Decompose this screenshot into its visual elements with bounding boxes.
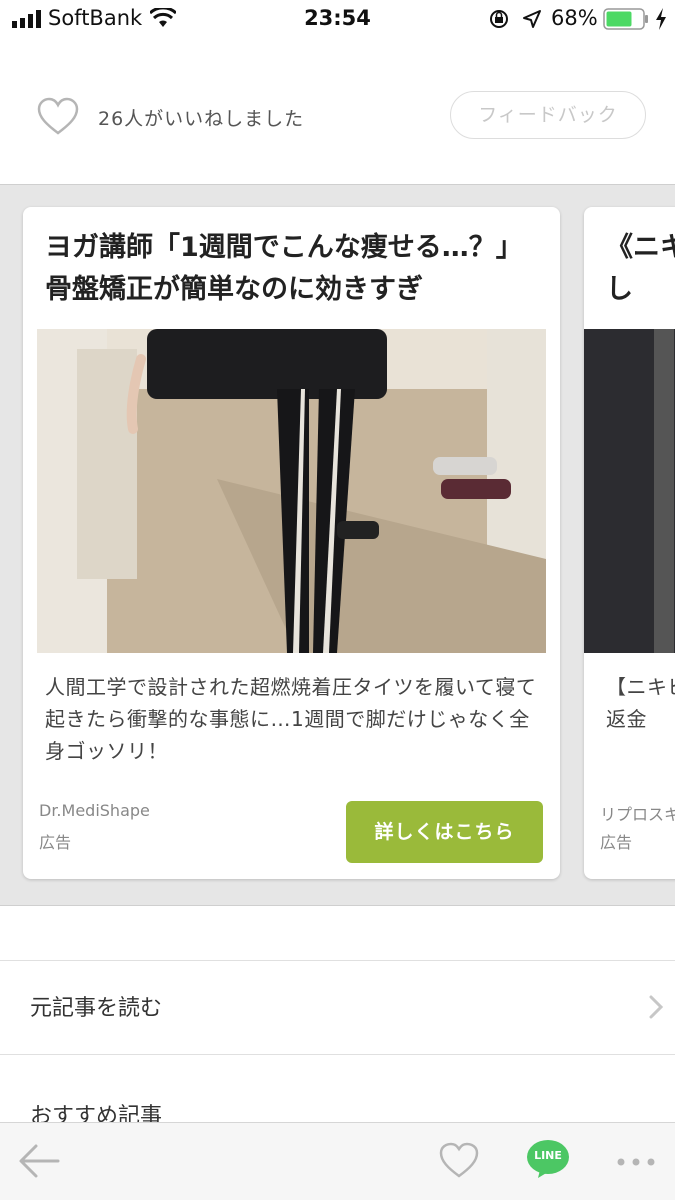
feedback-button[interactable]: フィードバック xyxy=(450,91,646,139)
ad-carousel[interactable]: ヨガ講師「1週間でこんな痩せる…？」骨盤矯正が簡単なのに効きすぎ 人間工学で設計… xyxy=(0,184,675,906)
like-heart-icon[interactable] xyxy=(438,1141,480,1179)
line-share-button[interactable]: LINE xyxy=(526,1139,570,1179)
ad-sponsor: Dr.MediShape xyxy=(39,801,150,820)
ad-image[interactable] xyxy=(584,329,675,653)
bottom-toolbar: LINE xyxy=(0,1122,675,1200)
ad-image[interactable] xyxy=(37,329,546,653)
like-heart-icon[interactable] xyxy=(36,96,80,136)
ad-label: 広告 xyxy=(600,833,633,852)
ad-card[interactable]: 《ニキビ苦悩し 【ニキビコレ使の返金 リプロスキ 広告 xyxy=(584,207,675,879)
ad-title[interactable]: ヨガ講師「1週間でこんな痩せる…？」骨盤矯正が簡単なのに効きすぎ xyxy=(45,227,541,325)
battery-percent: 68% xyxy=(551,6,598,30)
divider xyxy=(0,960,675,961)
chevron-right-icon xyxy=(649,995,664,1019)
orientation-lock-icon xyxy=(490,10,508,28)
divider xyxy=(0,1054,675,1055)
battery-icon xyxy=(603,8,648,30)
status-bar: SoftBank 23:54 68% xyxy=(0,0,675,40)
ad-cta-button[interactable]: 詳しくはこちら xyxy=(346,801,543,863)
read-original-link[interactable]: 元記事を読む xyxy=(30,990,162,1022)
back-arrow-icon[interactable] xyxy=(18,1141,60,1181)
ad-card[interactable]: ヨガ講師「1週間でこんな痩せる…？」骨盤矯正が簡単なのに効きすぎ 人間工学で設計… xyxy=(23,207,560,879)
line-label: LINE xyxy=(534,1149,562,1162)
more-options-icon[interactable] xyxy=(616,1157,656,1167)
ad-photo-illustration xyxy=(584,329,675,653)
ad-title[interactable]: 《ニキビ苦悩し xyxy=(606,227,675,325)
ad-label: 広告 xyxy=(39,833,72,852)
ad-sponsor: リプロスキ xyxy=(600,805,675,824)
ad-body-text: 【ニキビコレ使の返金 xyxy=(606,675,675,731)
ad-body-text: 人間工学で設計された超燃焼着圧タイツを履いて寝て起きたら衝撃的な事態に…1週間で… xyxy=(45,675,537,763)
location-icon xyxy=(523,10,541,28)
like-count-text: 26人がいいねしました xyxy=(98,108,305,130)
charging-bolt-icon xyxy=(656,8,666,30)
ad-photo-illustration xyxy=(37,329,546,653)
